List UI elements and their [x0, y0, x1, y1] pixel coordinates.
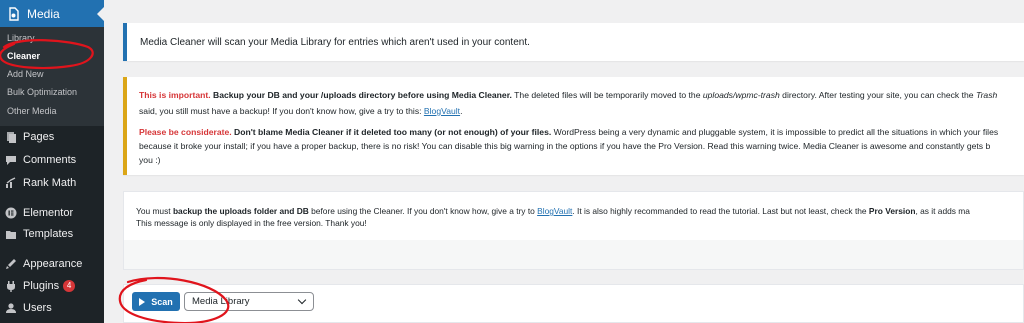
sidebar-item-label: Elementor — [23, 207, 74, 219]
sidebar-item-label: Users — [23, 302, 52, 314]
free-notice-line1: You must backup the uploads folder and D… — [136, 206, 970, 216]
elementor-icon — [5, 207, 17, 219]
scan-source-value: Media Library — [192, 296, 250, 307]
users-icon — [5, 302, 17, 314]
sidebar-item-comments[interactable]: Comments — [0, 149, 104, 171]
menu-media-label: Media — [27, 6, 60, 21]
warning-p2-line3: you :) — [139, 155, 161, 165]
warning-p1-line1: This is important. Backup your DB and yo… — [139, 90, 998, 100]
sidebar-item-label: Rank Math — [23, 177, 77, 189]
warning-considerate-lead: Please be considerate. — [139, 127, 232, 137]
play-icon — [139, 297, 146, 306]
sidebar-item-plugins[interactable]: Plugins 4 — [0, 275, 104, 297]
sidebar-item-elementor[interactable]: Elementor — [0, 202, 104, 224]
sidebar-item-pages[interactable]: Pages — [0, 126, 104, 148]
scan-button[interactable]: Scan — [132, 292, 180, 311]
sidebar-item-rank-math[interactable]: Rank Math — [0, 172, 104, 194]
appearance-icon — [5, 258, 17, 270]
submenu-item-library[interactable]: Library — [7, 33, 35, 43]
comments-icon — [5, 154, 17, 166]
menu-media[interactable]: Media — [0, 0, 104, 27]
plugins-update-badge: 4 — [63, 280, 76, 292]
submenu-item-cleaner[interactable]: Cleaner — [7, 51, 40, 61]
plugins-icon — [5, 280, 17, 292]
pro-version-text: Pro Version — [868, 206, 916, 216]
sidebar-item-label: Plugins — [23, 280, 60, 292]
free-version-notice-body: You must backup the uploads folder and D… — [124, 192, 1023, 240]
free-notice-line2: This message is only displayed in the fr… — [136, 218, 367, 228]
warning-p1-line2: said, you still must have a backup! If y… — [139, 106, 463, 116]
submenu-item-add-new[interactable]: Add New — [7, 69, 44, 79]
sidebar-item-label: Comments — [23, 154, 77, 166]
sidebar-item-users[interactable]: Users — [0, 297, 104, 319]
blogvault-link[interactable]: BlogVault — [424, 106, 460, 116]
scan-button-label: Scan — [151, 296, 173, 307]
backup-warning: This is important. Backup your DB and yo… — [123, 77, 1024, 175]
info-notice-text: Media Cleaner will scan your Media Libra… — [140, 37, 530, 48]
sidebar-item-appearance[interactable]: Appearance — [0, 253, 104, 275]
sidebar-item-label: Appearance — [23, 258, 83, 270]
warning-important-lead: This is important. — [139, 90, 211, 100]
submenu-item-other-media[interactable]: Other Media — [7, 106, 57, 116]
pages-icon — [5, 131, 17, 143]
sidebar-item-templates[interactable]: Templates — [0, 223, 104, 245]
current-menu-arrow — [97, 7, 104, 21]
info-notice: Media Cleaner will scan your Media Libra… — [123, 23, 1024, 61]
sidebar-item-label: Pages — [23, 131, 55, 143]
admin-sidebar: Media Library Cleaner Add New Bulk Optim… — [0, 0, 104, 323]
media-icon — [7, 6, 21, 21]
chevron-down-icon — [297, 295, 307, 305]
templates-icon — [5, 228, 17, 240]
media-submenu: Library Cleaner Add New Bulk Optimizatio… — [0, 27, 104, 126]
warning-p2-line2: because it broke your install; if you ha… — [139, 141, 991, 151]
submenu-item-bulk-optimization[interactable]: Bulk Optimization — [7, 87, 77, 97]
scan-source-select[interactable]: Media Library — [184, 292, 314, 311]
warning-p2-line1: Please be considerate. Don't blame Media… — [139, 127, 999, 137]
free-version-notice: You must backup the uploads folder and D… — [123, 191, 1024, 270]
blogvault-link[interactable]: BlogVault — [537, 206, 572, 216]
rank-math-icon — [5, 177, 17, 189]
sidebar-item-label: Templates — [23, 228, 74, 240]
